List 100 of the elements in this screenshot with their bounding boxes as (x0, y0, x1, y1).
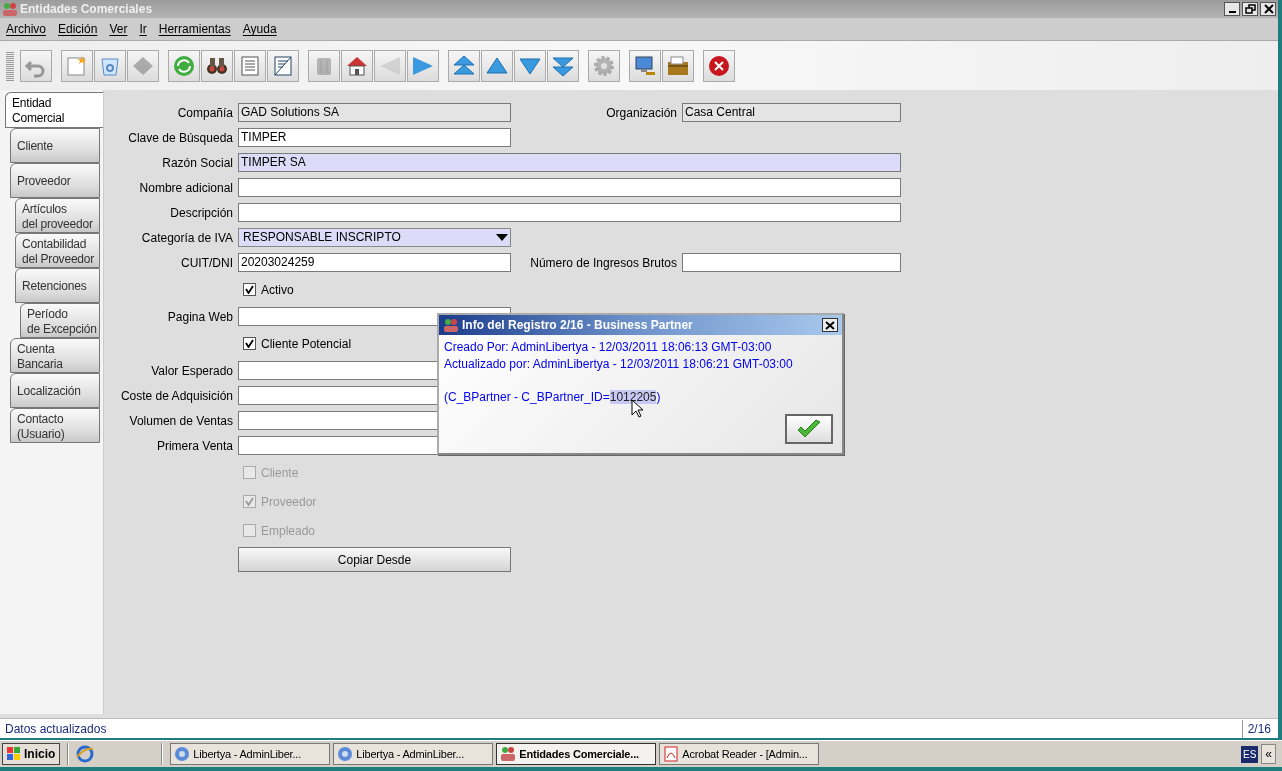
field-label: Coste de Adquisición (119, 387, 233, 405)
close-icon (707, 53, 731, 78)
field-label: Organización (605, 104, 677, 122)
menu-item[interactable]: Ir (139, 20, 147, 38)
checkbox-label: Cliente (261, 464, 299, 482)
window-title: Entidades Comerciales (20, 1, 153, 18)
first-record-button[interactable] (448, 49, 480, 82)
checkbox[interactable] (243, 283, 256, 296)
input-field[interactable]: TIMPER (238, 128, 511, 147)
browser-icon[interactable] (76, 745, 95, 763)
field-label: Razón Social (161, 154, 233, 172)
home-button[interactable] (341, 49, 373, 82)
chart-document-button[interactable] (267, 49, 299, 82)
minimize-button[interactable] (1224, 2, 1240, 16)
checkbox-label: Activo (261, 281, 294, 299)
language-indicator[interactable]: ES (1240, 745, 1259, 763)
computer-button[interactable] (629, 49, 661, 82)
cursor-icon (631, 399, 643, 418)
input-field[interactable]: Casa Central (682, 103, 901, 122)
info-text: Actualizado por: AdminLibertya - 12/03/2011 18:06:21 GMT-03:00 (444, 355, 794, 372)
field-label: Clave de Búsqueda (127, 129, 233, 147)
field-label: Descripción (169, 204, 233, 222)
binoculars-button[interactable] (201, 49, 233, 82)
field-label: Volumen de Ventas (128, 412, 233, 430)
globe-icon (174, 746, 191, 762)
field-label: Compañía (176, 104, 233, 122)
menu-item[interactable]: Edición (58, 20, 98, 38)
input-field[interactable]: TIMPER SA (238, 153, 901, 172)
taskbar-button[interactable]: Entidades Comerciale... (496, 743, 657, 765)
document-icon (663, 746, 680, 762)
menu-item[interactable]: Herramientas (158, 20, 231, 38)
field-label: Pagina Web (166, 308, 233, 326)
briefcase-button[interactable] (662, 49, 694, 82)
close-button[interactable] (1260, 2, 1276, 16)
record-id-text: (C_BPartner - C_BPartner_ID=1012205) (444, 388, 661, 405)
restore-button[interactable] (1242, 2, 1258, 16)
close-button[interactable] (822, 318, 838, 332)
tab[interactable]: Cliente (10, 128, 100, 163)
checkbox-label: Cliente Potencial (261, 335, 352, 353)
previous-record-button[interactable] (481, 49, 513, 82)
info-text: Creado Por: AdminLibertya - 12/03/2011 18:06:13 GMT-03:00 (444, 339, 773, 356)
field-label: Categoría de IVA (140, 229, 233, 247)
start-button[interactable]: Inicio (2, 743, 61, 765)
input-field[interactable] (682, 253, 901, 272)
chart-document-icon (271, 53, 295, 78)
tab[interactable]: Cuenta Bancaria (10, 338, 100, 373)
taskbar-button[interactable]: Acrobat Reader - [Admin... (659, 743, 820, 765)
tab[interactable]: Período de Excepción (20, 303, 100, 338)
refresh-icon (172, 53, 196, 78)
input-field[interactable]: GAD Solutions SA (238, 103, 511, 122)
restore-icon (1244, 4, 1256, 14)
gear-icon (592, 53, 616, 78)
windows-logo-icon (7, 747, 21, 761)
document-icon (238, 53, 262, 78)
minimize-icon (1228, 11, 1236, 13)
record-counter: 2/16 (1241, 719, 1276, 738)
checkbox-label: Empleado (261, 522, 316, 540)
status-message: Datos actualizados (5, 720, 107, 738)
checkmark-icon (796, 419, 822, 439)
tab[interactable]: Proveedor (10, 163, 100, 198)
briefcase-icon (666, 53, 690, 78)
computer-icon (633, 53, 657, 78)
field-label: Primera Venta (155, 437, 233, 455)
new-record-button[interactable] (61, 49, 93, 82)
field-label: CUIT/DNI (180, 254, 233, 272)
tab[interactable]: Artículos del proveedor (15, 198, 100, 233)
forward-arrow-button[interactable] (407, 49, 439, 82)
checkbox[interactable] (243, 337, 256, 350)
dialog-title: Info del Registro 2/16 - Business Partner (462, 317, 694, 334)
people-icon (500, 746, 517, 762)
close-icon (1262, 4, 1274, 14)
next-record-button[interactable] (514, 49, 546, 82)
last-record-button[interactable] (547, 49, 579, 82)
ok-button[interactable] (785, 414, 833, 444)
first-record-icon (452, 53, 476, 78)
tab[interactable]: Contacto (Usuario) (10, 408, 100, 443)
people-icon (443, 318, 459, 332)
checkbox-label: Proveedor (261, 493, 317, 511)
taskbar-button[interactable]: Libertya - AdminLiber... (333, 743, 494, 765)
menu-item[interactable]: Ayuda (242, 20, 277, 38)
bucket-button[interactable] (94, 49, 126, 82)
menu-item[interactable]: Archivo (6, 20, 46, 38)
tray-toggle[interactable]: « (1261, 744, 1276, 764)
input-field[interactable] (238, 178, 901, 197)
field-label: Número de Ingresos Brutos (529, 254, 677, 272)
caret-icon (496, 234, 508, 241)
dropdown[interactable]: RESPONSABLE INSCRIPTO (238, 228, 511, 247)
menu-item[interactable]: Ver (109, 20, 128, 38)
globe-icon (337, 746, 354, 762)
field-label: Nombre adicional (138, 179, 233, 197)
tab[interactable]: Entidad Comercial (5, 92, 103, 128)
input-field[interactable]: 20203024259 (238, 253, 511, 272)
tab[interactable]: Localización (10, 373, 100, 408)
people-icon (2, 2, 18, 16)
tab[interactable]: Contabilidad del Proveedor (15, 233, 100, 268)
input-field[interactable] (238, 203, 901, 222)
taskbar-button[interactable]: Libertya - AdminLiber... (170, 743, 331, 765)
tab[interactable]: Retenciones (15, 268, 100, 303)
copy-button[interactable]: Copiar Desde (238, 547, 511, 572)
field-label: Valor Esperado (150, 362, 233, 380)
